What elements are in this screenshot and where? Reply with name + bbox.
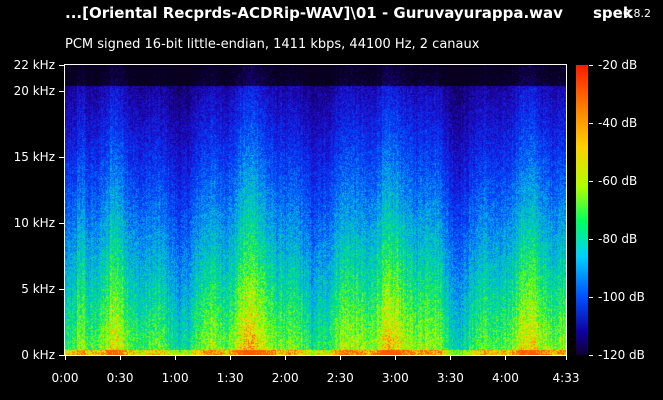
frequency-tick-mark (59, 355, 64, 356)
frequency-tick-mark (59, 91, 64, 92)
stream-info: PCM signed 16-bit little-endian, 1411 kb… (65, 37, 480, 52)
time-tick-label: 3:00 (381, 371, 409, 385)
time-tick-mark (285, 355, 286, 360)
time-tick-label: 2:00 (271, 371, 299, 385)
colorbar-tick-label: -120 dB (598, 348, 645, 362)
time-tick-label: 0:00 (51, 371, 79, 385)
colorbar (576, 65, 588, 355)
frequency-tick-label: 22 kHz (13, 58, 55, 72)
colorbar-tick-label: -80 dB (598, 232, 638, 246)
colorbar-tick-mark (589, 355, 593, 356)
frequency-tick-mark (59, 223, 64, 224)
frequency-tick-mark (59, 157, 64, 158)
time-tick-label: 3:30 (436, 371, 464, 385)
time-tick-mark (230, 355, 231, 360)
time-tick-mark (395, 355, 396, 360)
time-tick-mark (340, 355, 341, 360)
frequency-tick-label: 15 kHz (13, 150, 55, 165)
time-tick-mark (450, 355, 451, 360)
file-title: ...[Oriental Recprds-ACDRip-WAV]\01 - Gu… (65, 4, 563, 22)
colorbar-tick-label: -40 dB (598, 116, 638, 130)
time-tick-mark (120, 355, 121, 360)
colorbar-tick-mark (589, 123, 593, 124)
time-tick-label: 4:00 (491, 371, 519, 385)
time-tick-mark (505, 355, 506, 360)
frequency-tick-label: 5 kHz (21, 282, 55, 297)
time-tick-mark (65, 355, 66, 360)
colorbar-tick-mark (589, 297, 593, 298)
time-tick-label: 1:00 (161, 371, 189, 385)
time-tick-mark (566, 355, 567, 360)
frequency-tick-label: 20 kHz (13, 84, 55, 99)
frequency-tick-mark (59, 65, 64, 66)
time-tick-label: 4:33 (552, 371, 580, 385)
spectrogram-plot[interactable] (65, 65, 566, 355)
colorbar-tick-label: -60 dB (598, 174, 638, 188)
colorbar-tick-label: -100 dB (598, 290, 645, 304)
time-tick-label: 2:30 (326, 371, 354, 385)
frequency-tick-mark (59, 289, 64, 290)
spectrogram-canvas (65, 65, 566, 355)
app-version: 0.8.2 (623, 7, 651, 20)
colorbar-tick-label: -20 dB (598, 58, 638, 72)
time-tick-label: 1:30 (216, 371, 244, 385)
frequency-tick-label: 0 kHz (21, 348, 55, 362)
frequency-tick-label: 10 kHz (13, 216, 55, 231)
colorbar-tick-mark (589, 239, 593, 240)
colorbar-tick-mark (589, 65, 593, 66)
colorbar-tick-mark (589, 181, 593, 182)
time-tick-mark (175, 355, 176, 360)
time-tick-label: 0:30 (106, 371, 134, 385)
